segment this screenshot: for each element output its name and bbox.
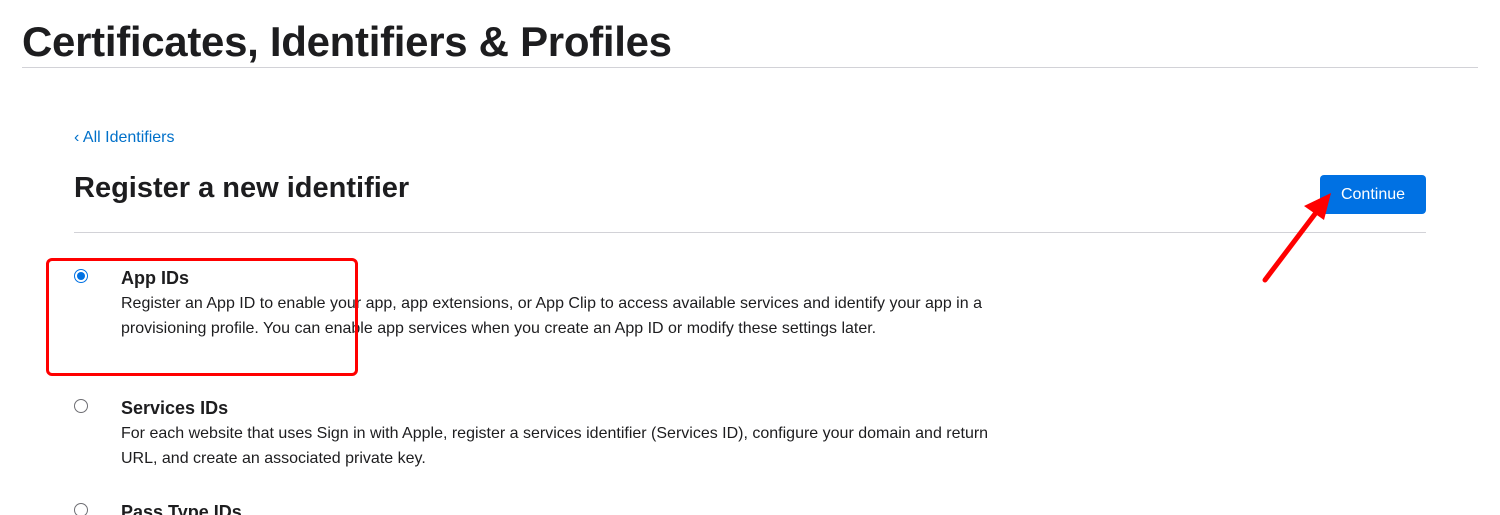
- back-to-all-identifiers-link[interactable]: ‹ All Identifiers: [74, 129, 174, 147]
- radio-app-ids[interactable]: [74, 269, 88, 283]
- title-divider: [22, 67, 1478, 68]
- section-heading: Register a new identifier: [74, 172, 410, 204]
- radio-services-ids[interactable]: [74, 399, 88, 413]
- option-description: Register an App ID to enable your app, a…: [121, 295, 982, 337]
- page-title: Certificates, Identifiers & Profiles: [22, 18, 672, 65]
- page: Certificates, Identifiers & Profiles ‹ A…: [0, 0, 1500, 515]
- continue-button[interactable]: Continue: [1320, 175, 1426, 214]
- option-label: Pass Type IDs: [121, 502, 242, 515]
- radio-pass-type-ids[interactable]: [74, 503, 88, 515]
- option-label: App IDs: [121, 268, 190, 288]
- section-divider: [74, 232, 1426, 233]
- option-label: Services IDs: [121, 398, 229, 418]
- option-description: For each website that uses Sign in with …: [121, 425, 989, 467]
